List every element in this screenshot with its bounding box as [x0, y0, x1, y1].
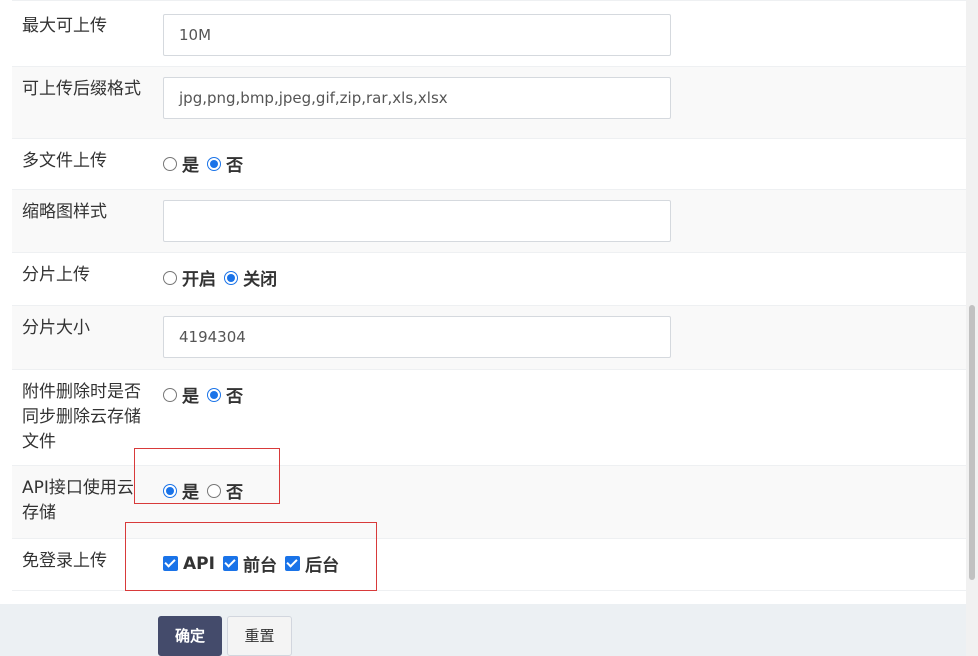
- multi-upload-radio-group: 是 否: [163, 151, 246, 176]
- row-chunk-upload: 分片上传 开启 关闭: [12, 252, 966, 305]
- radio-icon[interactable]: [163, 156, 177, 171]
- max-upload-label: 最大可上传: [22, 16, 107, 36]
- nologin-upload-label: 免登录上传: [22, 551, 107, 571]
- multi-upload-option-yes[interactable]: 是: [163, 151, 199, 176]
- row-thumb-style: 缩略图样式: [12, 189, 966, 252]
- sync-delete-label: 附件删除时是否同步删除云存储文件: [22, 382, 141, 452]
- radio-checked-icon[interactable]: [207, 387, 222, 402]
- row-max-upload: 最大可上传 10M: [12, 0, 966, 66]
- row-nologin-upload: 免登录上传 API 前台 后台: [12, 538, 966, 591]
- nologin-option-backend[interactable]: 后台: [285, 551, 339, 576]
- api-cloud-radio-group: 是 否: [163, 478, 246, 503]
- api-cloud-label: API接口使用云存储: [22, 478, 134, 523]
- chunk-size-label: 分片大小: [22, 318, 90, 338]
- row-api-cloud: API接口使用云存储 是 否: [12, 465, 966, 538]
- checkbox-checked-icon[interactable]: [285, 556, 301, 571]
- api-cloud-option-no[interactable]: 否: [207, 478, 243, 503]
- checkbox-checked-icon[interactable]: [223, 556, 239, 571]
- chunk-upload-option-off[interactable]: 关闭: [224, 265, 277, 290]
- vertical-scrollbar[interactable]: [966, 0, 978, 656]
- chunk-upload-label: 分片上传: [22, 265, 90, 285]
- nologin-option-api[interactable]: API: [163, 554, 215, 574]
- sync-delete-option-no[interactable]: 否: [207, 382, 243, 407]
- chunk-upload-radio-group: 开启 关闭: [163, 265, 280, 290]
- thumb-style-label: 缩略图样式: [22, 202, 107, 222]
- reset-button[interactable]: 重置: [227, 616, 292, 656]
- nologin-option-frontend[interactable]: 前台: [223, 551, 277, 576]
- checkbox-checked-icon[interactable]: [163, 556, 178, 571]
- radio-checked-icon[interactable]: [224, 270, 239, 285]
- form-footer: 确定 重置: [0, 604, 966, 656]
- settings-form: 最大可上传 10M 可上传后缀格式 jpg,png,bmp,jpeg,gif,z…: [12, 0, 966, 591]
- api-cloud-option-yes[interactable]: 是: [163, 478, 199, 503]
- radio-checked-icon[interactable]: [163, 483, 177, 498]
- submit-button[interactable]: 确定: [158, 616, 222, 656]
- max-upload-input[interactable]: 10M: [163, 14, 671, 56]
- allowed-suffix-input[interactable]: jpg,png,bmp,jpeg,gif,zip,rar,xls,xlsx: [163, 77, 671, 119]
- scrollbar-thumb[interactable]: [969, 305, 975, 580]
- allowed-suffix-label: 可上传后缀格式: [22, 79, 141, 99]
- row-chunk-size: 分片大小 4194304: [12, 305, 966, 369]
- nologin-upload-checkbox-group: API 前台 后台: [163, 551, 342, 576]
- sync-delete-radio-group: 是 否: [163, 382, 246, 407]
- row-sync-delete: 附件删除时是否同步删除云存储文件 是 否: [12, 369, 966, 465]
- chunk-upload-option-on[interactable]: 开启: [163, 265, 216, 290]
- radio-icon[interactable]: [163, 270, 177, 285]
- multi-upload-label: 多文件上传: [22, 151, 107, 171]
- radio-checked-icon[interactable]: [207, 156, 222, 171]
- radio-icon[interactable]: [163, 387, 177, 402]
- radio-icon[interactable]: [207, 483, 222, 498]
- row-multi-upload: 多文件上传 是 否: [12, 138, 966, 189]
- thumb-style-input[interactable]: [163, 200, 671, 242]
- row-allowed-suffix: 可上传后缀格式 jpg,png,bmp,jpeg,gif,zip,rar,xls…: [12, 66, 966, 138]
- chunk-size-input[interactable]: 4194304: [163, 316, 671, 358]
- sync-delete-option-yes[interactable]: 是: [163, 382, 199, 407]
- multi-upload-option-no[interactable]: 否: [207, 151, 243, 176]
